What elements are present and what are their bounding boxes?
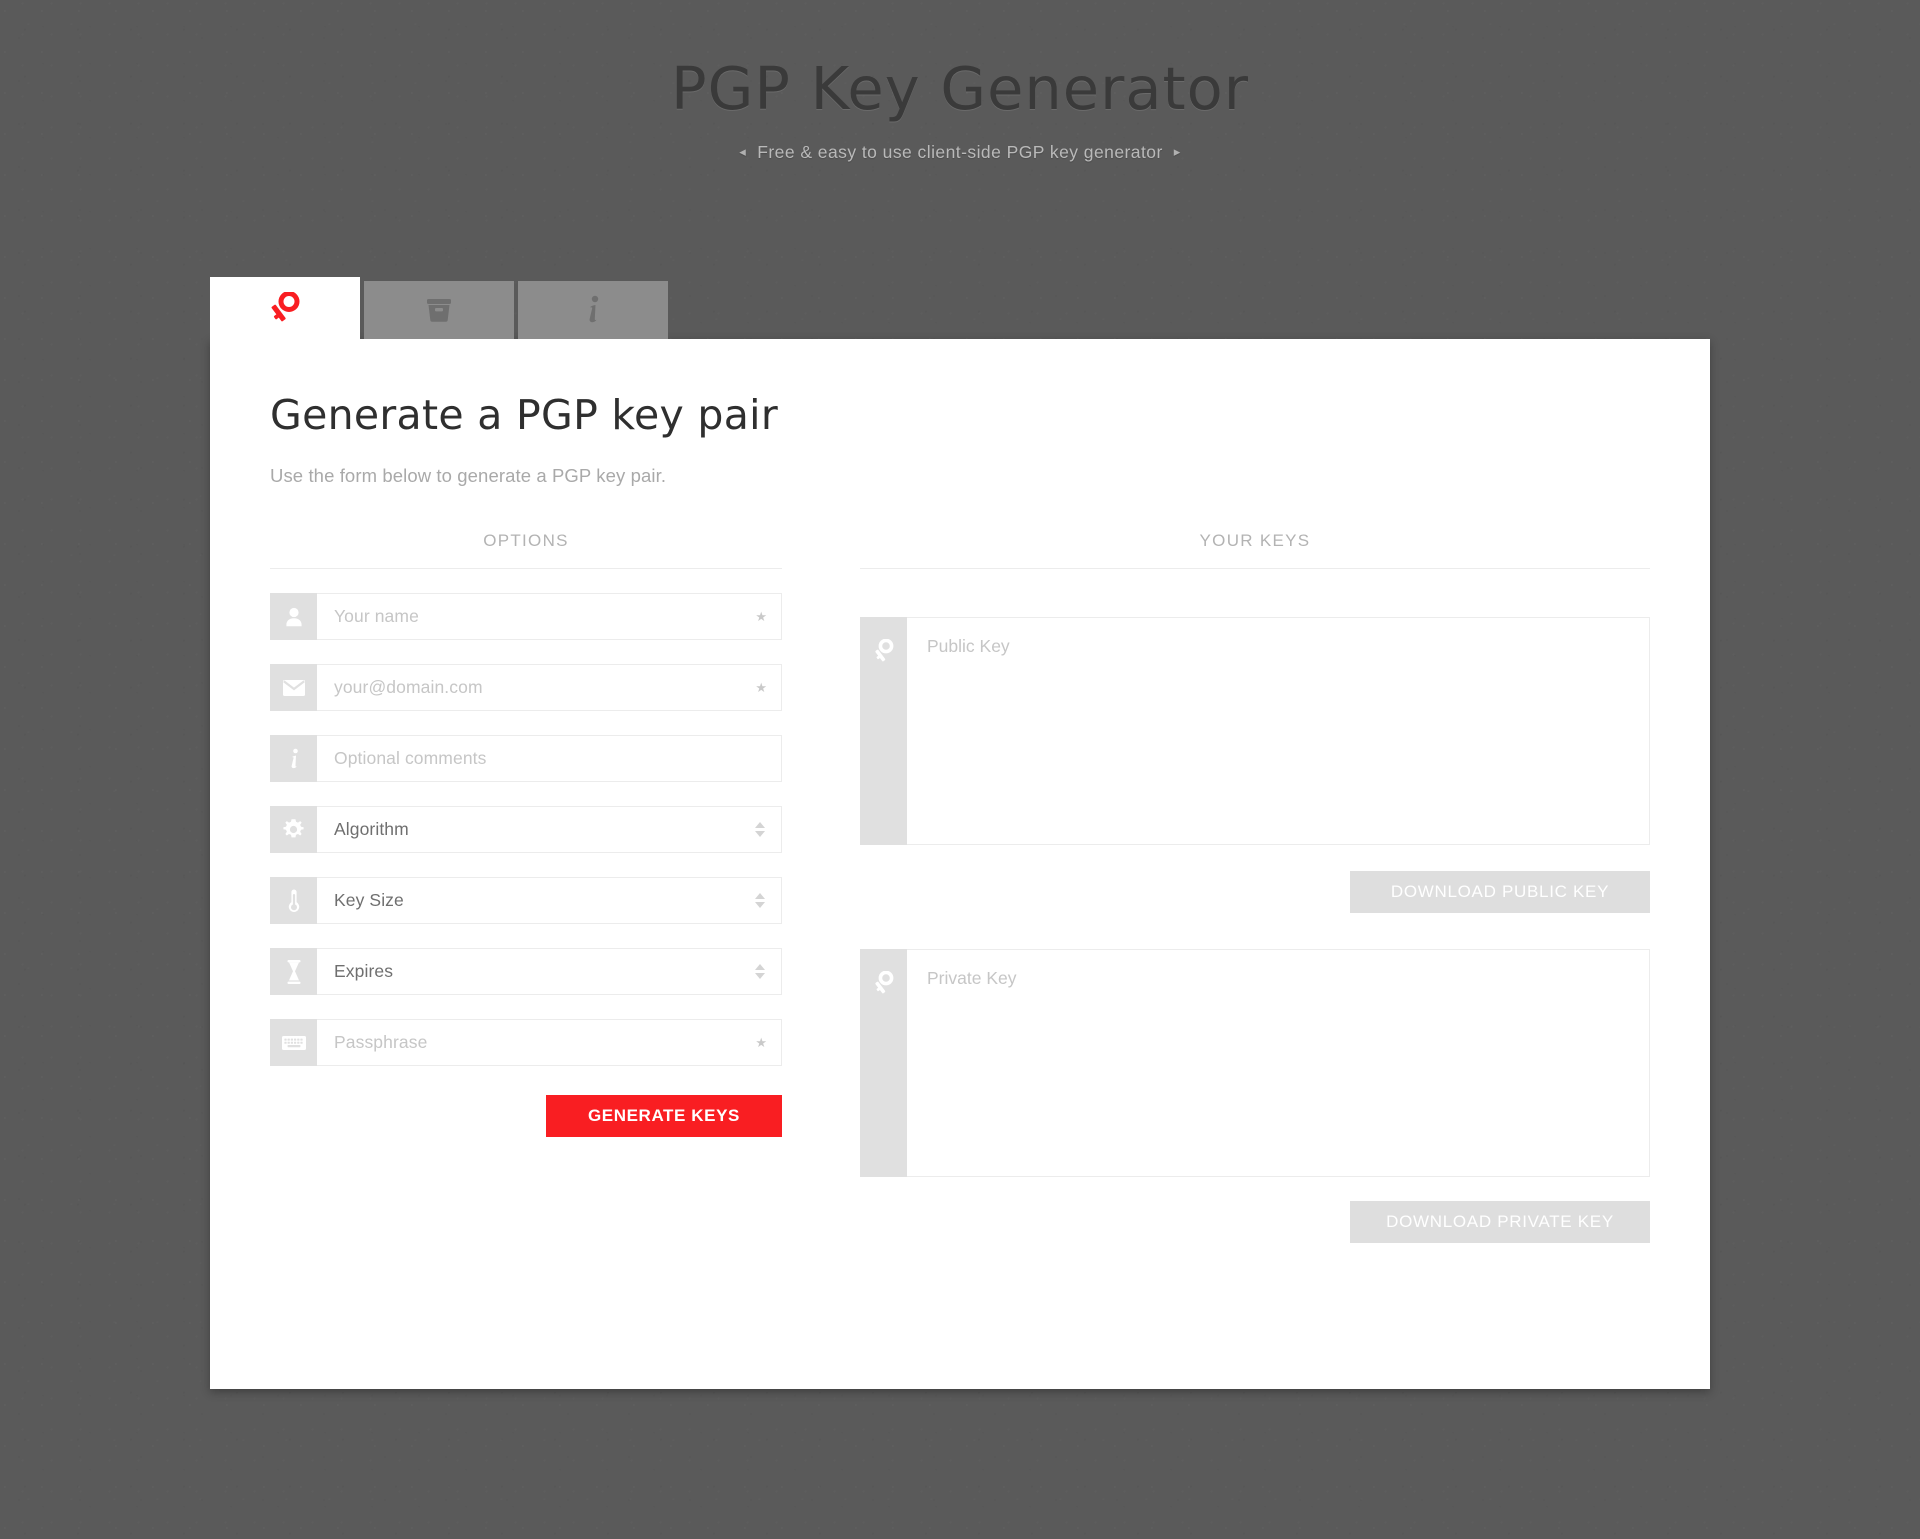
app-title: PGP Key Generator <box>671 54 1249 123</box>
field-body[interactable]: Key Size <box>317 877 782 924</box>
key-size-select[interactable]: Key Size <box>334 890 755 911</box>
gear-icon <box>270 806 317 853</box>
chevron-down-icon[interactable] <box>755 902 765 908</box>
private-key-box[interactable]: Private Key <box>860 949 1650 1177</box>
app-subtitle: ◂ Free & easy to use client-side PGP key … <box>0 142 1920 163</box>
column-spacer <box>782 531 860 1243</box>
page-header: PGP Key Generator ◂ Free & easy to use cl… <box>0 0 1920 163</box>
chevron-down-icon[interactable] <box>755 973 765 979</box>
public-key-placeholder: Public Key <box>927 636 1010 656</box>
field-body[interactable]: Algorithm <box>317 806 782 853</box>
keys-column: YOUR KEYS Public Key DOWNLOAD PUBLIC KEY… <box>860 531 1650 1243</box>
arrow-left-icon: ◂ <box>739 143 747 159</box>
tab-info[interactable] <box>518 281 668 339</box>
arrow-right-icon: ▸ <box>1173 143 1181 159</box>
email-input[interactable]: your@domain.com <box>334 677 755 698</box>
expires-select[interactable]: Expires <box>334 961 755 982</box>
private-key-placeholder: Private Key <box>927 968 1017 988</box>
field-key-size[interactable]: Key Size <box>270 877 782 924</box>
private-key-download-row: DOWNLOAD PRIVATE KEY <box>860 1201 1650 1243</box>
options-heading: OPTIONS <box>270 531 782 569</box>
field-comments[interactable]: Optional comments <box>270 735 782 782</box>
field-body[interactable]: Passphrase ★ <box>317 1019 782 1066</box>
person-icon <box>270 593 317 640</box>
comments-input[interactable]: Optional comments <box>334 748 767 769</box>
generate-row: GENERATE KEYS <box>270 1095 782 1137</box>
options-column: OPTIONS Your name ★ your@domain.com ★ Op… <box>270 531 782 1243</box>
key-icon <box>860 617 907 845</box>
field-algorithm[interactable]: Algorithm <box>270 806 782 853</box>
public-key-textarea[interactable]: Public Key <box>907 617 1650 845</box>
field-body[interactable]: Expires <box>317 948 782 995</box>
chevron-up-icon[interactable] <box>755 893 765 899</box>
field-body[interactable]: Optional comments <box>317 735 782 782</box>
page-title: Generate a PGP key pair <box>270 391 779 439</box>
spinner-icon[interactable] <box>755 822 767 837</box>
tab-bar <box>210 277 1710 339</box>
required-star-icon: ★ <box>755 680 767 695</box>
public-key-box[interactable]: Public Key <box>860 617 1650 845</box>
keys-heading: YOUR KEYS <box>860 531 1650 569</box>
spinner-icon[interactable] <box>755 964 767 979</box>
private-key-textarea[interactable]: Private Key <box>907 949 1650 1177</box>
key-icon <box>860 949 907 1177</box>
field-body[interactable]: your@domain.com ★ <box>317 664 782 711</box>
passphrase-input[interactable]: Passphrase <box>334 1032 755 1053</box>
envelope-icon <box>270 664 317 711</box>
info-icon <box>270 735 317 782</box>
field-email[interactable]: your@domain.com ★ <box>270 664 782 711</box>
keyboard-icon <box>270 1019 317 1066</box>
info-icon <box>582 293 604 327</box>
key-icon <box>270 292 300 324</box>
required-star-icon: ★ <box>755 1035 767 1050</box>
tab-archive[interactable] <box>364 281 514 339</box>
required-star-icon: ★ <box>755 609 767 624</box>
app-subtitle-text: Free & easy to use client-side PGP key g… <box>757 141 1163 162</box>
field-passphrase[interactable]: Passphrase ★ <box>270 1019 782 1066</box>
content-columns: OPTIONS Your name ★ your@domain.com ★ Op… <box>270 531 1650 1243</box>
page-description: Use the form below to generate a PGP key… <box>270 465 667 486</box>
download-public-key-button[interactable]: DOWNLOAD PUBLIC KEY <box>1350 871 1650 913</box>
chevron-up-icon[interactable] <box>755 822 765 828</box>
your-name-input[interactable]: Your name <box>334 606 755 627</box>
chevron-down-icon[interactable] <box>755 831 765 837</box>
archive-icon <box>424 297 454 323</box>
app-shell: Generate a PGP key pair Use the form bel… <box>210 277 1710 1389</box>
main-card: Generate a PGP key pair Use the form bel… <box>210 339 1710 1389</box>
field-body[interactable]: Your name ★ <box>317 593 782 640</box>
chevron-up-icon[interactable] <box>755 964 765 970</box>
field-your-name[interactable]: Your name ★ <box>270 593 782 640</box>
thermometer-icon <box>270 877 317 924</box>
field-expires[interactable]: Expires <box>270 948 782 995</box>
hourglass-icon <box>270 948 317 995</box>
download-private-key-button[interactable]: DOWNLOAD PRIVATE KEY <box>1350 1201 1650 1243</box>
algorithm-select[interactable]: Algorithm <box>334 819 755 840</box>
public-key-download-row: DOWNLOAD PUBLIC KEY <box>860 871 1650 913</box>
spinner-icon[interactable] <box>755 893 767 908</box>
generate-keys-button[interactable]: GENERATE KEYS <box>546 1095 782 1137</box>
tab-generate[interactable] <box>210 277 360 339</box>
